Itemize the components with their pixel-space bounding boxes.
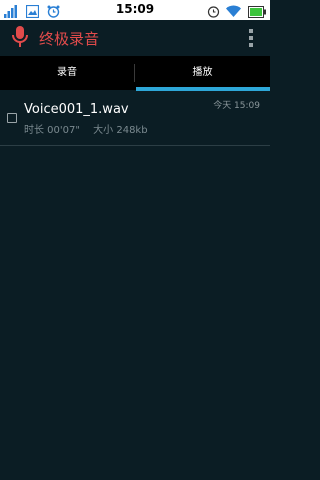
recording-meta: 时长 00'07" 大小 248kb [24,121,158,136]
list-divider [0,145,270,146]
tab-record[interactable]: 录音 [0,56,134,90]
recording-date: 今天 15:09 [213,101,260,111]
tab-bar: 录音 播放 [0,56,270,90]
tab-playback[interactable]: 播放 [135,56,270,90]
app-title: 终极录音 [39,30,100,48]
status-bar: 15:09 [0,0,270,20]
recording-duration: 时长 00'07" [24,125,80,136]
recording-size: 大小 248kb [93,125,148,136]
recording-filename: Voice001_1.wav [24,102,129,117]
item-checkbox[interactable] [7,113,17,123]
tab-playback-label: 播放 [192,67,213,78]
app-bar: 终极录音 [0,20,270,56]
overflow-menu-icon[interactable] [248,29,254,51]
tab-record-label: 录音 [57,67,77,78]
tab-selected-indicator [136,87,270,91]
microphone-icon [12,26,28,52]
